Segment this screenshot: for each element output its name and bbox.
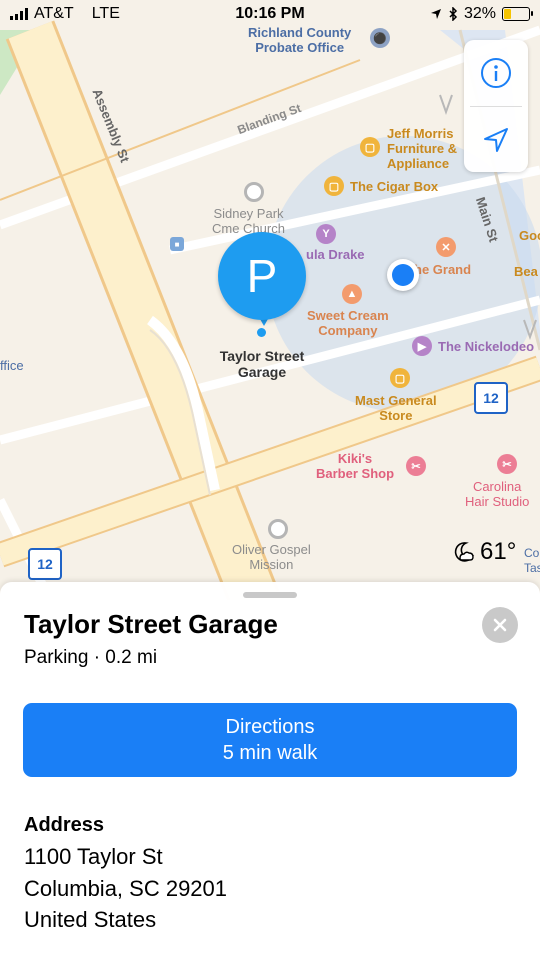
- address-heading: Address: [24, 814, 105, 836]
- poi-label-sweet-cream: Sweet Cream Company: [307, 308, 389, 338]
- battery-percent: 32%: [463, 5, 496, 22]
- poi-label-mast-general: Mast General Store: [355, 393, 437, 423]
- battery-icon: [502, 7, 533, 21]
- government-icon[interactable]: ⚫: [370, 28, 390, 48]
- barber-icon[interactable]: ✂: [406, 456, 426, 476]
- poi-label-the-grand: he Grand: [414, 262, 472, 277]
- place-title: Taylor Street Garage: [24, 609, 278, 639]
- locate-me-button[interactable]: [464, 107, 528, 173]
- directions-button[interactable]: Directions 5 min walk: [23, 703, 517, 777]
- pin-anchor: [257, 328, 266, 337]
- poi-label-sidney-park: Sidney Park Cme Church: [212, 206, 285, 236]
- furniture-icon[interactable]: ▢: [360, 137, 380, 157]
- poi-label-co: CoTase: [524, 546, 540, 575]
- poi-label-drake: ula Drake: [306, 247, 365, 262]
- poi-label-nickelodeon: The Nickelodeo: [438, 339, 535, 354]
- parking-pin[interactable]: P: [218, 232, 306, 320]
- church-icon[interactable]: [244, 182, 264, 202]
- info-icon: [481, 58, 511, 88]
- poi-label-bea: Bea: [514, 264, 538, 279]
- info-button[interactable]: [464, 40, 528, 106]
- status-right: 32%: [430, 5, 533, 23]
- poi-label-oliver-gospel: Oliver Gospel Mission: [232, 542, 311, 572]
- church-icon[interactable]: [268, 519, 288, 539]
- user-location-dot[interactable]: [387, 259, 419, 291]
- restaurant-icon[interactable]: ✕: [436, 237, 456, 257]
- weather-temp: 61°: [480, 538, 517, 565]
- place-card-sheet[interactable]: Taylor Street Garage Parking · 0.2 mi Di…: [0, 582, 540, 960]
- place-subtitle: Parking · 0.2 mi: [24, 647, 158, 668]
- address-line: Columbia, SC 29201: [24, 876, 228, 901]
- ice-cream-icon[interactable]: ▲: [342, 284, 362, 304]
- directions-label: Directions: [225, 716, 315, 738]
- cocktail-icon[interactable]: Y: [316, 224, 336, 244]
- poi-label-goo: Goo: [519, 228, 540, 243]
- poi-label-ffice: ffice: [0, 358, 24, 373]
- poi-label-kikis: Kiki's Barber Shop: [316, 451, 395, 481]
- close-button[interactable]: [482, 607, 518, 643]
- hair-salon-icon[interactable]: ✂: [497, 454, 517, 474]
- poi-label-jeff-morris: Jeff Morris Furniture & Appliance: [387, 126, 458, 171]
- bus-stop-icon[interactable]: ■: [170, 237, 184, 251]
- weather-widget: 61°: [450, 538, 516, 566]
- status-bar: AT&T LTE 10:16 PM 32%: [0, 0, 540, 30]
- directions-eta: 5 min walk: [222, 742, 318, 764]
- shopping-bag-icon[interactable]: ▢: [324, 176, 344, 196]
- pin-label: Taylor Street Garage: [219, 348, 305, 380]
- moon-cloud-icon: [454, 542, 475, 562]
- map-view[interactable]: Assembly St Blanding St Main St Richland…: [0, 0, 540, 600]
- route-shield: 12: [28, 548, 62, 580]
- close-icon: [493, 618, 507, 632]
- address-line: United States: [24, 907, 157, 932]
- parking-letter: P: [246, 250, 278, 302]
- sheet-grabber[interactable]: [243, 592, 297, 598]
- location-arrow-icon: [430, 9, 441, 19]
- route-shield: 12: [474, 382, 508, 414]
- theater-icon[interactable]: ▶: [412, 336, 432, 356]
- poi-label-cigar-box: The Cigar Box: [350, 179, 439, 194]
- shopping-bag-icon[interactable]: ▢: [390, 368, 410, 388]
- location-arrow-icon: [484, 128, 508, 152]
- address-line: 1100 Taylor St: [24, 844, 163, 869]
- bluetooth-icon: [449, 7, 458, 21]
- poi-label-carolina-hair: Carolina Hair Studio: [465, 479, 530, 509]
- map-controls: [464, 40, 528, 172]
